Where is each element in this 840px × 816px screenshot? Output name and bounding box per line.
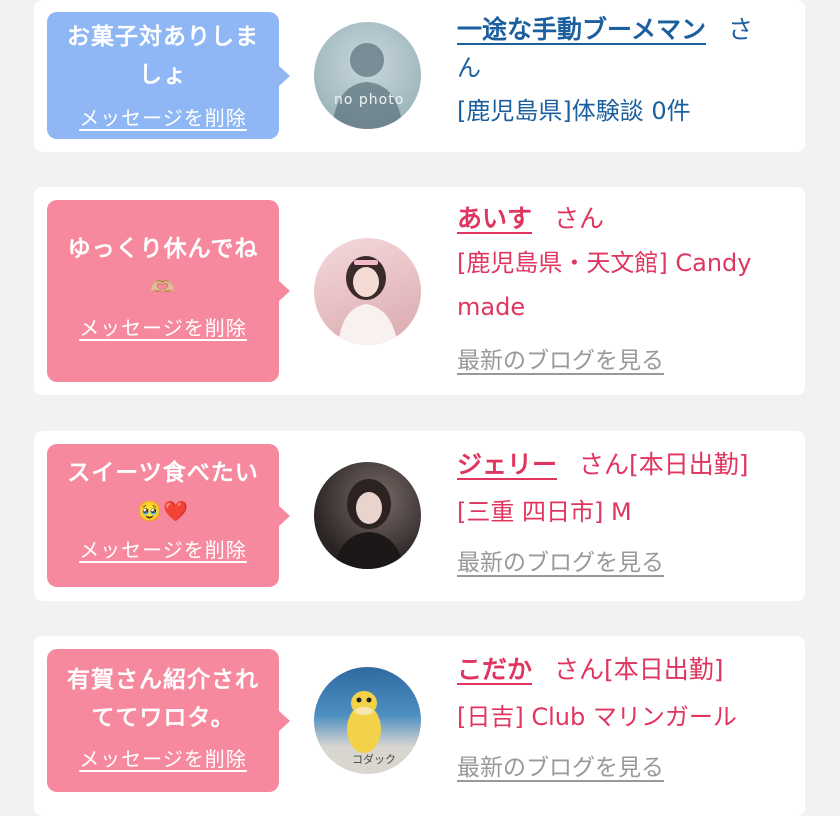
latest-blog-link[interactable]: 最新のブログを見る: [457, 541, 664, 585]
profile-info: ジェリー さん[本日出勤] [三重 四日市] M 最新のブログを見る: [457, 443, 797, 585]
profile-detail: [鹿児島県]体験談 0件: [457, 97, 691, 125]
avatar[interactable]: コダック: [314, 667, 421, 774]
message-bubble: スイーツ食べたい 🥹❤️ メッセージを削除: [47, 444, 290, 587]
latest-blog-link[interactable]: 最新のブログを見る: [457, 746, 664, 790]
profile-name-link[interactable]: 一途な手動ブーメマン: [457, 15, 706, 44]
profile-detail: [三重 四日市] M: [457, 498, 632, 526]
profile-detail: [鹿児島県・天文館] Candy: [457, 249, 752, 277]
honorific: さん[本日出勤]: [554, 655, 724, 684]
no-photo-label: no photo: [334, 92, 405, 108]
message-text: ゆっくり休んでね: [67, 236, 259, 262]
profile-name-link[interactable]: ジェリー: [457, 450, 557, 479]
delete-message-link[interactable]: メッセージを削除: [79, 743, 247, 772]
message-bubble: お菓子対ありしま しょ メッセージを削除: [47, 12, 290, 139]
profile-name-link[interactable]: こだか: [457, 655, 532, 684]
message-text: ててワロタ。: [91, 705, 235, 731]
profile-info: こだか さん[本日出勤] [日吉] Club マリンガール 最新のブログを見る: [457, 648, 797, 790]
message-bubble: ゆっくり休んでね 🫶🏼 メッセージを削除: [47, 200, 290, 382]
message-card: スイーツ食べたい 🥹❤️ メッセージを削除 ジェリー さん[本日出勤] [三重 四…: [34, 431, 805, 601]
message-emoji: 🥹❤️: [137, 499, 189, 523]
profile-photo: [338, 256, 398, 345]
profile-detail-cont: made: [457, 293, 526, 321]
honorific: さん[本日出勤]: [579, 450, 749, 479]
honorific: さん: [554, 204, 605, 233]
profile-info: 一途な手動ブーメマンさ ん [鹿児島県]体験談 0件: [457, 10, 797, 136]
avatar[interactable]: no photo: [314, 22, 421, 129]
message-text: スイーツ食べたい: [67, 460, 259, 486]
delete-message-link[interactable]: メッセージを削除: [79, 312, 247, 341]
profile-info: あいす さん [鹿児島県・天文館] Candy made 最新のブログを見る: [457, 197, 797, 383]
latest-blog-link[interactable]: 最新のブログを見る: [457, 339, 664, 383]
message-text: 有賀さん紹介され: [67, 667, 259, 693]
delete-message-link[interactable]: メッセージを削除: [79, 534, 247, 563]
avatar[interactable]: [314, 462, 421, 569]
message-emoji: 🫶🏼: [150, 275, 176, 299]
profile-detail: [日吉] Club マリンガール: [457, 703, 737, 731]
message-text: お菓子対ありしま: [67, 24, 259, 50]
message-card: ゆっくり休んでね 🫶🏼 メッセージを削除 あいす さん [鹿児島県・天文館] Ca…: [34, 187, 805, 395]
no-photo-silhouette: [332, 43, 403, 129]
message-card: お菓子対ありしま しょ メッセージを削除 no photo 一途な手動ブーメマン…: [34, 0, 805, 152]
avatar[interactable]: [314, 238, 421, 345]
honorific-wrap: ん: [457, 54, 481, 82]
honorific: さ: [728, 15, 754, 44]
message-card: 有賀さん紹介され ててワロタ。 メッセージを削除 コダック こだか さん[本日出勤…: [34, 636, 805, 816]
avatar-caption: コダック: [352, 753, 396, 766]
profile-photo: [334, 479, 404, 569]
message-text: しょ: [139, 62, 187, 88]
message-bubble: 有賀さん紹介され ててワロタ。 メッセージを削除: [47, 649, 290, 792]
delete-message-link[interactable]: メッセージを削除: [79, 102, 247, 131]
profile-name-link[interactable]: あいす: [457, 204, 532, 233]
